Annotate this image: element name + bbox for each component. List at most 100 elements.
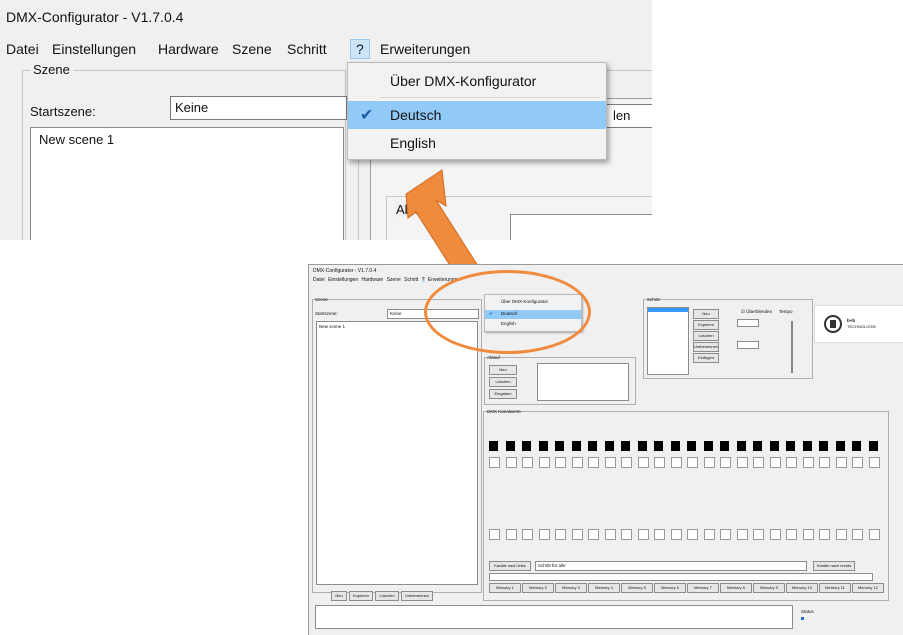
memory-button[interactable]: Memory 5 <box>621 583 653 593</box>
channel-fader-box[interactable] <box>489 529 500 540</box>
channel-fader-box[interactable] <box>753 529 764 540</box>
memory-button[interactable]: Memory 11 <box>819 583 851 593</box>
scene-list[interactable]: New scene 1 <box>30 127 344 240</box>
channels-right-button[interactable]: Kanäle nach rechts <box>813 561 855 571</box>
channel-fader-box[interactable] <box>720 529 731 540</box>
small-list-item[interactable]: New scene 1 <box>319 324 345 329</box>
channel-value-box[interactable] <box>489 457 500 468</box>
small-menu-einstellungen[interactable]: Einstellungen <box>328 277 358 283</box>
channel-fader-box[interactable] <box>670 529 682 540</box>
memory-button[interactable]: Memory 1 <box>489 583 521 593</box>
channel-value-box[interactable] <box>654 457 665 468</box>
channel-fader-box[interactable] <box>588 529 599 540</box>
channel-fader-box[interactable] <box>654 529 665 540</box>
small-scene-copy-button[interactable]: Kopieren <box>349 591 373 601</box>
menu-einstellungen[interactable]: Einstellungen <box>52 41 136 57</box>
channel-fader-box[interactable] <box>621 529 632 540</box>
small-step-list[interactable] <box>647 307 689 375</box>
channel-fader-box[interactable] <box>637 529 649 540</box>
channel-fader-box[interactable] <box>687 529 698 540</box>
menu-szene[interactable]: Szene <box>232 41 272 57</box>
small-step-copy-button[interactable]: Kopieren <box>693 320 719 330</box>
memory-button[interactable]: Memory 4 <box>588 583 620 593</box>
small-menu-szene[interactable]: Szene <box>387 277 401 283</box>
start-scene-select[interactable]: Keine <box>170 96 347 120</box>
channel-value-box[interactable] <box>538 457 550 468</box>
channel-fader-box[interactable] <box>802 529 814 540</box>
menu-help[interactable]: ? <box>350 39 370 59</box>
channel-value-box[interactable] <box>753 457 764 468</box>
small-scene-delete-button[interactable]: Löschen <box>375 591 399 601</box>
channel-value-box[interactable] <box>819 457 830 468</box>
menu-item-about[interactable]: Über DMX-Konfigurator <box>348 67 606 95</box>
channel-value-box[interactable] <box>835 457 847 468</box>
channel-value-box[interactable] <box>522 457 533 468</box>
channel-value-box[interactable] <box>571 457 583 468</box>
channel-value-box[interactable] <box>786 457 797 468</box>
small-scene-new-button[interactable]: Neu <box>331 591 347 601</box>
small-ablauf-box[interactable] <box>537 363 629 401</box>
channels-left-button[interactable]: Kanäle nach links <box>489 561 531 571</box>
small-step-insert-button[interactable]: Einfügen <box>693 353 719 363</box>
channel-value-box[interactable] <box>505 457 517 468</box>
small-time-field-1[interactable] <box>737 319 759 327</box>
channel-value-box[interactable] <box>604 457 616 468</box>
channel-fader-box[interactable] <box>555 529 566 540</box>
channel-mode-select[interactable]: Schritt für alle <box>535 561 807 571</box>
small-step-new-button[interactable]: Neu <box>693 309 719 319</box>
channel-fader-box[interactable] <box>604 529 616 540</box>
small-fade-checkbox[interactable]: ☑ Überblenden <box>741 309 772 315</box>
channel-value-box[interactable] <box>555 457 566 468</box>
channel-fader-box[interactable] <box>769 529 781 540</box>
memory-button[interactable]: Memory 6 <box>654 583 686 593</box>
menu-hardware[interactable]: Hardware <box>158 41 219 57</box>
channel-fader-box[interactable] <box>736 529 748 540</box>
memory-button[interactable]: Memory 10 <box>786 583 818 593</box>
channel-fader-box[interactable] <box>571 529 583 540</box>
channel-value-box[interactable] <box>769 457 781 468</box>
small-tempo-slider[interactable] <box>791 321 793 373</box>
small-menu-hardware[interactable]: Hardware <box>362 277 384 283</box>
memory-button[interactable]: Memory 3 <box>555 583 587 593</box>
channel-fader-box[interactable] <box>819 529 830 540</box>
channel-fader-box[interactable] <box>852 529 863 540</box>
small-ablauf-delete-button[interactable]: Löschen <box>489 377 517 387</box>
menu-erweiterungen[interactable]: Erweiterungen <box>380 41 470 57</box>
small-step-rename-button[interactable]: Umbenennen <box>693 342 719 352</box>
memory-button[interactable]: Memory 8 <box>720 583 752 593</box>
small-scene-list[interactable]: New scene 1 <box>316 321 478 585</box>
channel-value-box[interactable] <box>802 457 814 468</box>
channel-fader-box[interactable] <box>786 529 797 540</box>
channel-value-box[interactable] <box>868 457 880 468</box>
channel-fader-box[interactable] <box>522 529 533 540</box>
channel-value-box[interactable] <box>670 457 682 468</box>
menu-item-english[interactable]: English <box>348 129 606 157</box>
channel-value-box[interactable] <box>852 457 863 468</box>
menu-schritt[interactable]: Schritt <box>287 41 327 57</box>
channel-value-box[interactable] <box>637 457 649 468</box>
list-item[interactable]: New scene 1 <box>39 132 114 147</box>
channel-value-box[interactable] <box>588 457 599 468</box>
channel-fader-box[interactable] <box>835 529 847 540</box>
channel-fader-box[interactable] <box>505 529 517 540</box>
channel-fader-box[interactable] <box>868 529 880 540</box>
memory-button[interactable]: Memory 9 <box>753 583 785 593</box>
small-menu-datei[interactable]: Datei <box>313 277 325 283</box>
small-step-delete-button[interactable]: Löschen <box>693 331 719 341</box>
channel-value-box[interactable] <box>703 457 715 468</box>
menu-item-deutsch[interactable]: ✔ Deutsch <box>348 101 606 129</box>
channel-value-box[interactable] <box>621 457 632 468</box>
channel-value-box[interactable] <box>736 457 748 468</box>
small-scene-rename-button[interactable]: Umbenennen <box>401 591 433 601</box>
channel-fader-box[interactable] <box>703 529 715 540</box>
small-ablauf-input-button[interactable]: Eingaben <box>489 389 517 399</box>
memory-button[interactable]: Memory 12 <box>852 583 884 593</box>
small-ablauf-new-button[interactable]: Neu <box>489 365 517 375</box>
memory-button[interactable]: Memory 7 <box>687 583 719 593</box>
small-time-field-2[interactable] <box>737 341 759 349</box>
channel-fader-box[interactable] <box>538 529 550 540</box>
small-menu-schritt[interactable]: Schritt <box>404 277 418 283</box>
small-hscroll[interactable] <box>489 573 873 581</box>
channel-value-box[interactable] <box>687 457 698 468</box>
small-menu-help[interactable]: ? <box>421 277 425 283</box>
